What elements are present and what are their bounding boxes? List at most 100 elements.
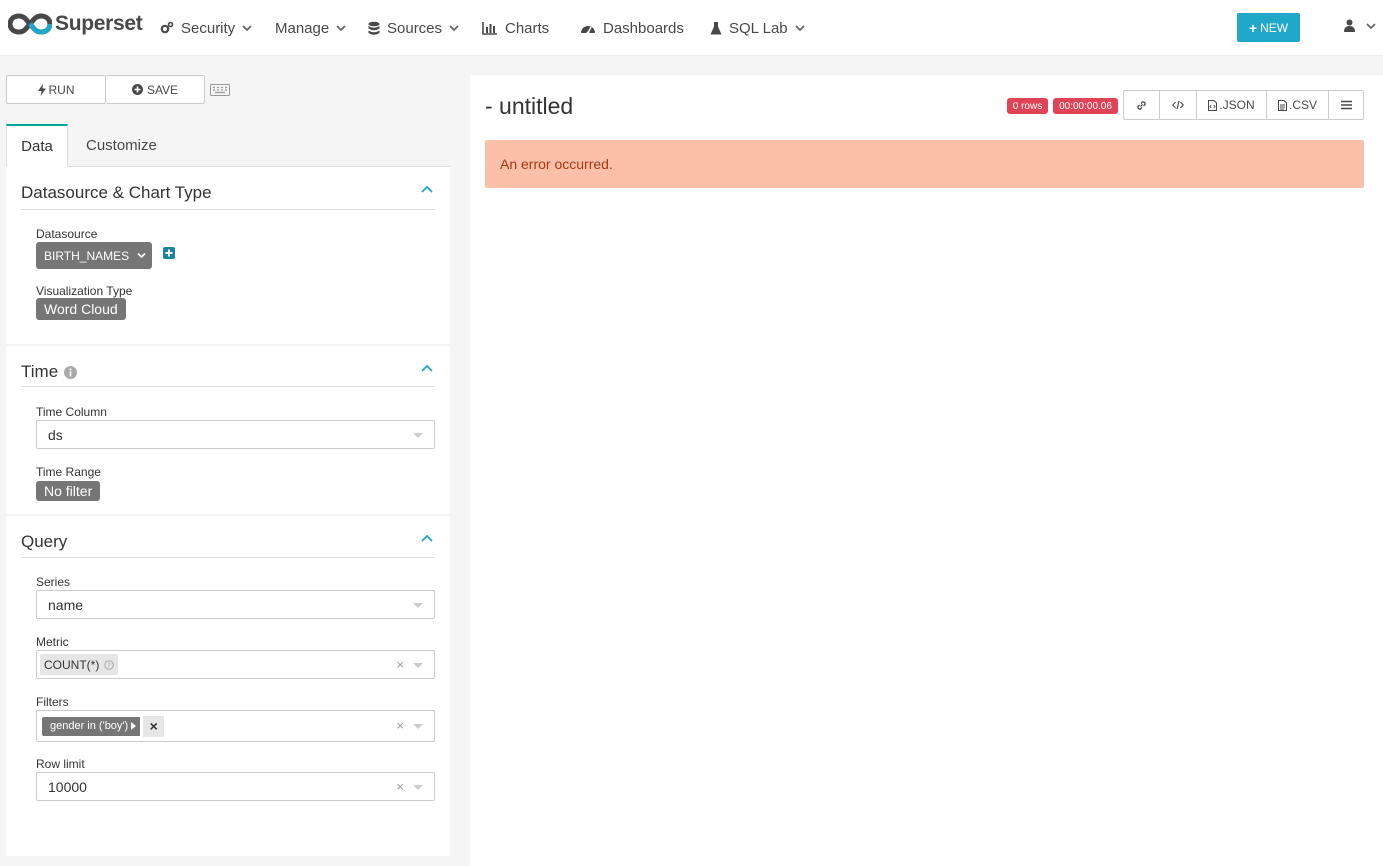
- run-button-label: RUN: [48, 82, 75, 97]
- nav-security-label: Security: [181, 19, 236, 37]
- save-button[interactable]: SAVE: [106, 75, 205, 104]
- nav-sql-lab-label: SQL Lab: [729, 19, 788, 37]
- clear-icon[interactable]: ×: [396, 657, 404, 672]
- time-column-select[interactable]: ds: [36, 420, 435, 449]
- copy-link-button[interactable]: [1124, 91, 1160, 119]
- nav-sql-lab[interactable]: SQL Lab: [710, 18, 812, 38]
- export-json-button[interactable]: .JSON: [1197, 91, 1267, 119]
- tab-data[interactable]: Data: [6, 124, 68, 167]
- control-tabs: Data Customize: [6, 124, 450, 167]
- row-limit-value: 10000: [48, 778, 87, 795]
- link-icon: [1137, 100, 1146, 110]
- time-column-value: ds: [48, 426, 63, 443]
- nav-sources-label: Sources: [387, 19, 443, 37]
- chart-actions: .JSON .CSV: [1123, 90, 1364, 120]
- divider: [21, 557, 435, 558]
- nav-sources[interactable]: Sources: [368, 18, 466, 38]
- datasource-section: Datasource & Chart Type Datasource BIRTH…: [6, 167, 450, 344]
- embed-code-button[interactable]: [1160, 91, 1197, 119]
- plus-circle-icon: [131, 84, 143, 95]
- divider: [21, 209, 435, 210]
- metric-select[interactable]: COUNT(*) ? ×: [36, 650, 435, 679]
- nav-security[interactable]: Security: [160, 18, 259, 38]
- save-button-label: SAVE: [146, 82, 179, 97]
- section-title-datasource[interactable]: Datasource & Chart Type: [21, 183, 212, 203]
- new-button-label: NEW: [1260, 20, 1289, 35]
- dropdown-arrow-icon: [413, 433, 423, 438]
- nav-charts[interactable]: Charts: [482, 18, 549, 38]
- user-menu[interactable]: [1344, 19, 1376, 32]
- tab-customize[interactable]: Customize: [86, 124, 157, 167]
- chart-title[interactable]: - untitled: [485, 93, 573, 120]
- dropdown-arrow-icon: [413, 785, 423, 790]
- hamburger-menu-icon: [1340, 100, 1352, 110]
- bar-chart-icon: [482, 22, 497, 35]
- nav-dashboards[interactable]: Dashboards: [580, 18, 684, 38]
- error-alert: An error occurred.: [485, 140, 1364, 188]
- row-limit-select[interactable]: 10000 ×: [36, 772, 435, 801]
- nav-manage-label: Manage: [275, 19, 330, 37]
- brand-name: Superset: [55, 12, 143, 35]
- metric-tag[interactable]: COUNT(*) ?: [40, 654, 119, 675]
- metric-label: Metric: [36, 635, 69, 649]
- filter-value: gender in ('boy'): [50, 720, 129, 732]
- export-csv-button[interactable]: .CSV: [1267, 91, 1329, 119]
- time-range-label: Time Range: [36, 465, 101, 479]
- section-title-time-label: Time: [21, 362, 59, 381]
- series-value: name: [48, 596, 84, 613]
- export-csv-label: .CSV: [1288, 98, 1317, 112]
- viz-type-select[interactable]: Word Cloud: [36, 298, 126, 320]
- section-title-time[interactable]: Time: [21, 362, 78, 382]
- export-json-label: .JSON: [1219, 98, 1255, 112]
- clear-icon[interactable]: ×: [396, 779, 404, 794]
- new-button[interactable]: + NEW: [1237, 13, 1300, 42]
- file-text-icon: [1277, 99, 1287, 111]
- run-button[interactable]: RUN: [6, 75, 106, 104]
- clear-icon[interactable]: ×: [396, 718, 404, 733]
- dashboard-icon: [581, 25, 595, 34]
- user-icon: [1344, 19, 1355, 32]
- nav-manage[interactable]: Manage: [275, 18, 353, 38]
- file-code-icon: [1208, 99, 1218, 111]
- query-time-badge: 00:00:00.06: [1053, 98, 1118, 114]
- viz-type-label: Visualization Type: [36, 284, 133, 298]
- nav-charts-label: Charts: [505, 19, 550, 37]
- chevron-down-icon: [137, 252, 146, 259]
- chevron-down-icon: [336, 25, 346, 32]
- chevron-down-icon: [449, 25, 459, 32]
- dropdown-arrow-icon: [413, 724, 423, 729]
- filters-select[interactable]: gender in ('boy') × ×: [36, 710, 435, 742]
- superset-logo-icon: [8, 13, 52, 35]
- superset-logo[interactable]: Superset: [8, 12, 143, 36]
- section-title-query[interactable]: Query: [21, 532, 67, 552]
- chevron-up-icon[interactable]: [421, 364, 433, 372]
- bolt-icon: [37, 83, 46, 96]
- add-datasource-icon[interactable]: [163, 247, 175, 259]
- chevron-up-icon[interactable]: [421, 185, 433, 193]
- dropdown-arrow-icon: [413, 603, 423, 608]
- datasource-label: Datasource: [36, 227, 98, 241]
- code-icon: [1172, 100, 1184, 110]
- time-range-select[interactable]: No filter: [36, 481, 101, 501]
- query-section: Query Series name Metric COUNT(*) ? × Fi…: [6, 516, 450, 856]
- series-select[interactable]: name: [36, 590, 435, 619]
- more-options-button[interactable]: [1329, 91, 1363, 119]
- flask-icon: [710, 21, 722, 34]
- explore-toolbar: RUN SAVE: [6, 75, 205, 104]
- keyboard-icon[interactable]: [210, 84, 230, 96]
- caret-right-icon: [131, 722, 137, 730]
- chart-container: - untitled 0 rows 00:00:00.06 .JSON .CSV…: [470, 75, 1383, 866]
- chevron-down-icon: [1366, 22, 1376, 29]
- series-label: Series: [36, 575, 71, 589]
- filters-label: Filters: [36, 695, 69, 709]
- cogs-icon: [160, 21, 174, 34]
- remove-filter-button[interactable]: ×: [143, 715, 165, 737]
- chevron-down-icon: [242, 25, 252, 32]
- filter-tag[interactable]: gender in ('boy'): [42, 716, 141, 736]
- divider: [21, 386, 435, 387]
- info-icon[interactable]: [64, 365, 78, 379]
- datasource-select[interactable]: BIRTH_NAMES: [36, 242, 152, 269]
- chevron-up-icon[interactable]: [421, 534, 433, 542]
- chevron-down-icon: [795, 25, 805, 32]
- metric-value: COUNT(*): [44, 657, 100, 672]
